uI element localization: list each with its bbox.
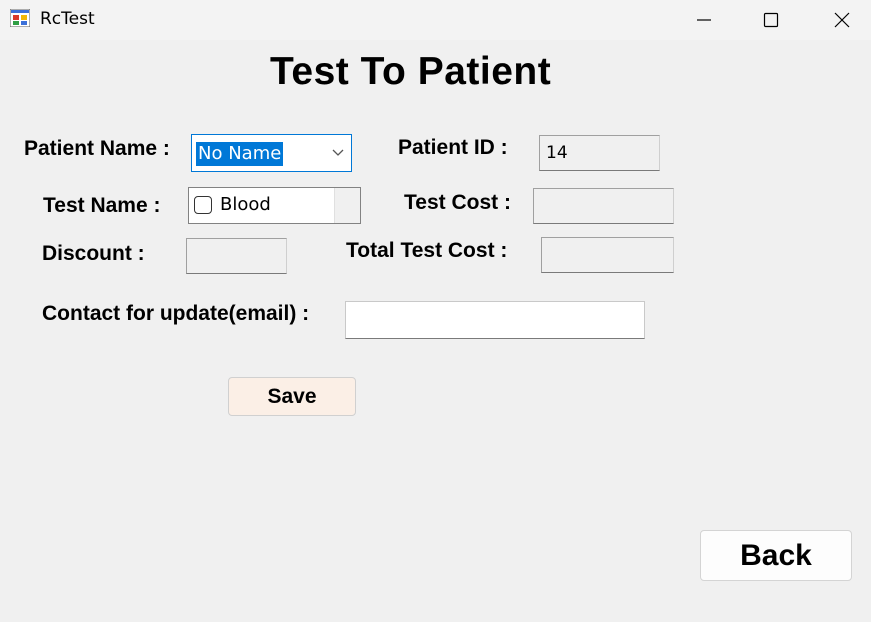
form-heading: Test To Patient [270,50,552,93]
test-cost-field[interactable] [533,188,674,224]
checklist-scrollbar[interactable] [334,188,360,223]
test-cost-label: Test Cost : [404,191,511,214]
test-name-label: Test Name : [43,194,161,217]
save-button[interactable]: Save [228,377,356,416]
maximize-button[interactable] [743,0,799,40]
window-title: RcTest [40,9,95,29]
patient-id-value: 14 [546,143,568,163]
total-test-cost-label: Total Test Cost : [346,239,508,262]
chevron-down-icon [332,149,344,156]
discount-field[interactable] [186,238,287,274]
email-label: Contact for update(email) : [42,302,310,325]
patient-id-field[interactable]: 14 [539,135,660,171]
title-bar: RcTest [0,0,871,40]
patient-name-label: Patient Name : [24,137,170,160]
app-form-icon [9,8,31,28]
blood-checkbox-label: Blood [220,194,271,215]
patient-id-label: Patient ID : [398,136,508,159]
patient-name-dropdown[interactable]: No Name [191,134,352,172]
back-button[interactable]: Back [700,530,852,581]
minimize-icon [697,19,711,21]
test-name-checklist[interactable]: Blood [188,187,361,224]
discount-label: Discount : [42,242,145,265]
maximize-icon [763,12,779,28]
patient-name-selected: No Name [196,142,284,166]
close-icon [834,12,850,28]
blood-checkbox[interactable] [194,196,212,214]
total-test-cost-field[interactable] [541,237,674,273]
email-field[interactable] [345,301,645,339]
close-button[interactable] [814,0,870,40]
minimize-button[interactable] [676,0,732,40]
